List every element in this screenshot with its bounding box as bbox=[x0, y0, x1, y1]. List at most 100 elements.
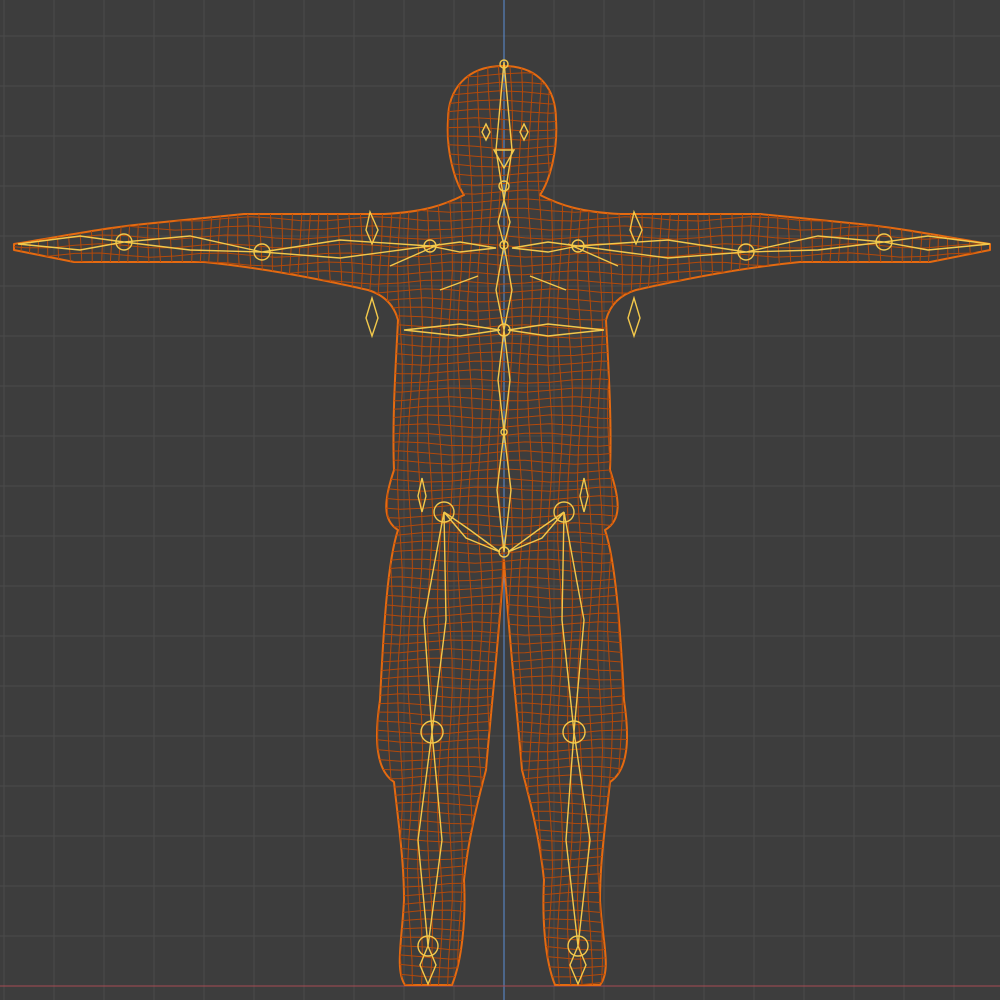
mesh-edge-loop bbox=[14, 585, 990, 591]
bone-upper-arm-left[interactable] bbox=[261, 239, 431, 259]
mesh-edge-loop bbox=[14, 495, 990, 501]
3d-viewport[interactable] bbox=[0, 0, 1000, 1000]
mesh-edge-ring bbox=[37, 66, 43, 985]
mesh-edge-ring bbox=[107, 66, 113, 985]
mesh-edge-ring bbox=[167, 66, 173, 985]
mesh-wire-lines bbox=[8, 60, 990, 990]
mesh-edge-loop bbox=[14, 702, 990, 708]
bone-rib-left[interactable] bbox=[439, 275, 479, 291]
mesh-edge-loop bbox=[14, 162, 990, 168]
mesh-edge-ring bbox=[627, 66, 633, 985]
mesh-edge-ring bbox=[127, 66, 133, 985]
mesh-edge-ring bbox=[57, 66, 63, 985]
mesh-edge-ring bbox=[187, 66, 193, 985]
bone-buttock-helper-right[interactable] bbox=[579, 477, 589, 513]
mesh-edge-loop bbox=[14, 747, 990, 753]
right-arm-bones[interactable] bbox=[507, 209, 991, 339]
mesh-edge-ring bbox=[727, 66, 733, 985]
mesh-edge-ring bbox=[637, 66, 643, 985]
mesh-edge-loop bbox=[14, 927, 990, 933]
mesh-edge-ring bbox=[177, 66, 183, 985]
mesh-edge-loop bbox=[14, 909, 990, 915]
mesh-edge-loop bbox=[14, 972, 990, 978]
mesh-edge-ring bbox=[227, 66, 233, 985]
mesh-edge-ring bbox=[8, 60, 13, 990]
mesh-edge-ring bbox=[657, 66, 663, 985]
bone-forearm-left[interactable] bbox=[123, 235, 263, 253]
mesh-edge-ring bbox=[307, 66, 313, 985]
viewport-canvas[interactable] bbox=[0, 0, 1000, 1000]
mesh-edge-loop bbox=[14, 207, 990, 213]
mesh-edge-ring bbox=[97, 66, 103, 985]
mesh-edge-loop bbox=[14, 765, 990, 771]
bone-foot-right[interactable] bbox=[569, 944, 587, 986]
mesh-edge-ring bbox=[787, 66, 793, 985]
mesh-edge-ring bbox=[347, 66, 353, 985]
mesh-edge-ring bbox=[287, 66, 293, 985]
mesh-edge-loop bbox=[14, 594, 990, 600]
bone-clavicle-right[interactable] bbox=[511, 241, 579, 253]
mesh-edge-loop bbox=[14, 711, 990, 717]
mesh-edge-ring bbox=[367, 66, 373, 985]
mesh-edge-loop bbox=[14, 864, 990, 870]
bone-upper-arm-right[interactable] bbox=[577, 239, 747, 259]
mesh-silhouette bbox=[13, 65, 991, 986]
mesh-edge-ring bbox=[267, 66, 273, 985]
mesh-edge-loop bbox=[14, 828, 990, 834]
mesh-edge-loop bbox=[14, 351, 990, 357]
mesh-edge-loop bbox=[14, 135, 990, 141]
mesh-edge-ring bbox=[317, 66, 323, 985]
bone-chest-helper-left[interactable] bbox=[365, 295, 379, 339]
mesh-edge-loop bbox=[14, 216, 990, 222]
mesh-edge-loop bbox=[14, 432, 990, 438]
mesh-edge-ring bbox=[767, 66, 773, 985]
mesh-edge-ring bbox=[857, 66, 863, 985]
mesh-edge-ring bbox=[917, 66, 923, 985]
mesh-edge-ring bbox=[887, 66, 893, 985]
mesh-edge-loop bbox=[14, 954, 990, 960]
mesh-edge-ring bbox=[327, 66, 333, 985]
mesh-edge-loop bbox=[14, 846, 990, 852]
mesh-edge-loop bbox=[14, 423, 990, 429]
bone-clavicle-left[interactable] bbox=[429, 241, 497, 253]
mesh-edge-loop bbox=[14, 252, 990, 258]
character-mesh[interactable] bbox=[0, 60, 1000, 990]
mesh-edge-loop bbox=[14, 315, 990, 321]
mesh-edge-loop bbox=[14, 117, 990, 123]
mesh-edge-ring bbox=[957, 66, 963, 985]
mesh-edge-loop bbox=[14, 540, 990, 546]
mesh-edge-loop bbox=[14, 369, 990, 375]
mesh-edge-ring bbox=[697, 66, 703, 985]
mesh-edge-ring bbox=[237, 66, 243, 985]
mesh-edge-ring bbox=[847, 66, 853, 985]
mesh-edge-ring bbox=[487, 66, 493, 985]
mesh-edge-loop bbox=[14, 891, 990, 897]
mesh-edge-loop bbox=[14, 900, 990, 906]
mesh-edge-loop bbox=[14, 792, 990, 798]
mesh-edge-ring bbox=[277, 66, 283, 985]
mesh-edge-loop bbox=[14, 738, 990, 744]
mesh-edge-loop bbox=[14, 675, 990, 681]
mesh-edge-loop bbox=[14, 522, 990, 528]
mesh-edge-ring bbox=[967, 66, 973, 985]
mesh-edge-loop bbox=[14, 837, 990, 843]
mesh-edge-ring bbox=[757, 66, 763, 985]
mesh-edge-loop bbox=[14, 855, 990, 861]
mesh-edge-loop bbox=[14, 639, 990, 645]
mesh-edge-loop bbox=[14, 882, 990, 888]
mesh-edge-ring bbox=[137, 66, 143, 985]
mesh-edge-loop bbox=[14, 819, 990, 825]
mesh-edge-loop bbox=[14, 756, 990, 762]
mesh-edge-ring bbox=[77, 66, 83, 985]
mesh-edge-ring bbox=[927, 66, 933, 985]
mesh-edge-ring bbox=[837, 66, 843, 985]
mesh-edge-loop bbox=[14, 279, 990, 285]
bone-rib-right[interactable] bbox=[529, 275, 567, 291]
mesh-edge-loop bbox=[14, 936, 990, 942]
bone-chest-helper-right[interactable] bbox=[627, 295, 641, 339]
mesh-edge-ring bbox=[987, 66, 990, 985]
bone-buttock-helper-left[interactable] bbox=[417, 477, 427, 513]
mesh-edge-ring bbox=[737, 66, 743, 985]
mesh-edge-loop bbox=[14, 657, 990, 663]
mesh-edge-ring bbox=[337, 66, 343, 985]
